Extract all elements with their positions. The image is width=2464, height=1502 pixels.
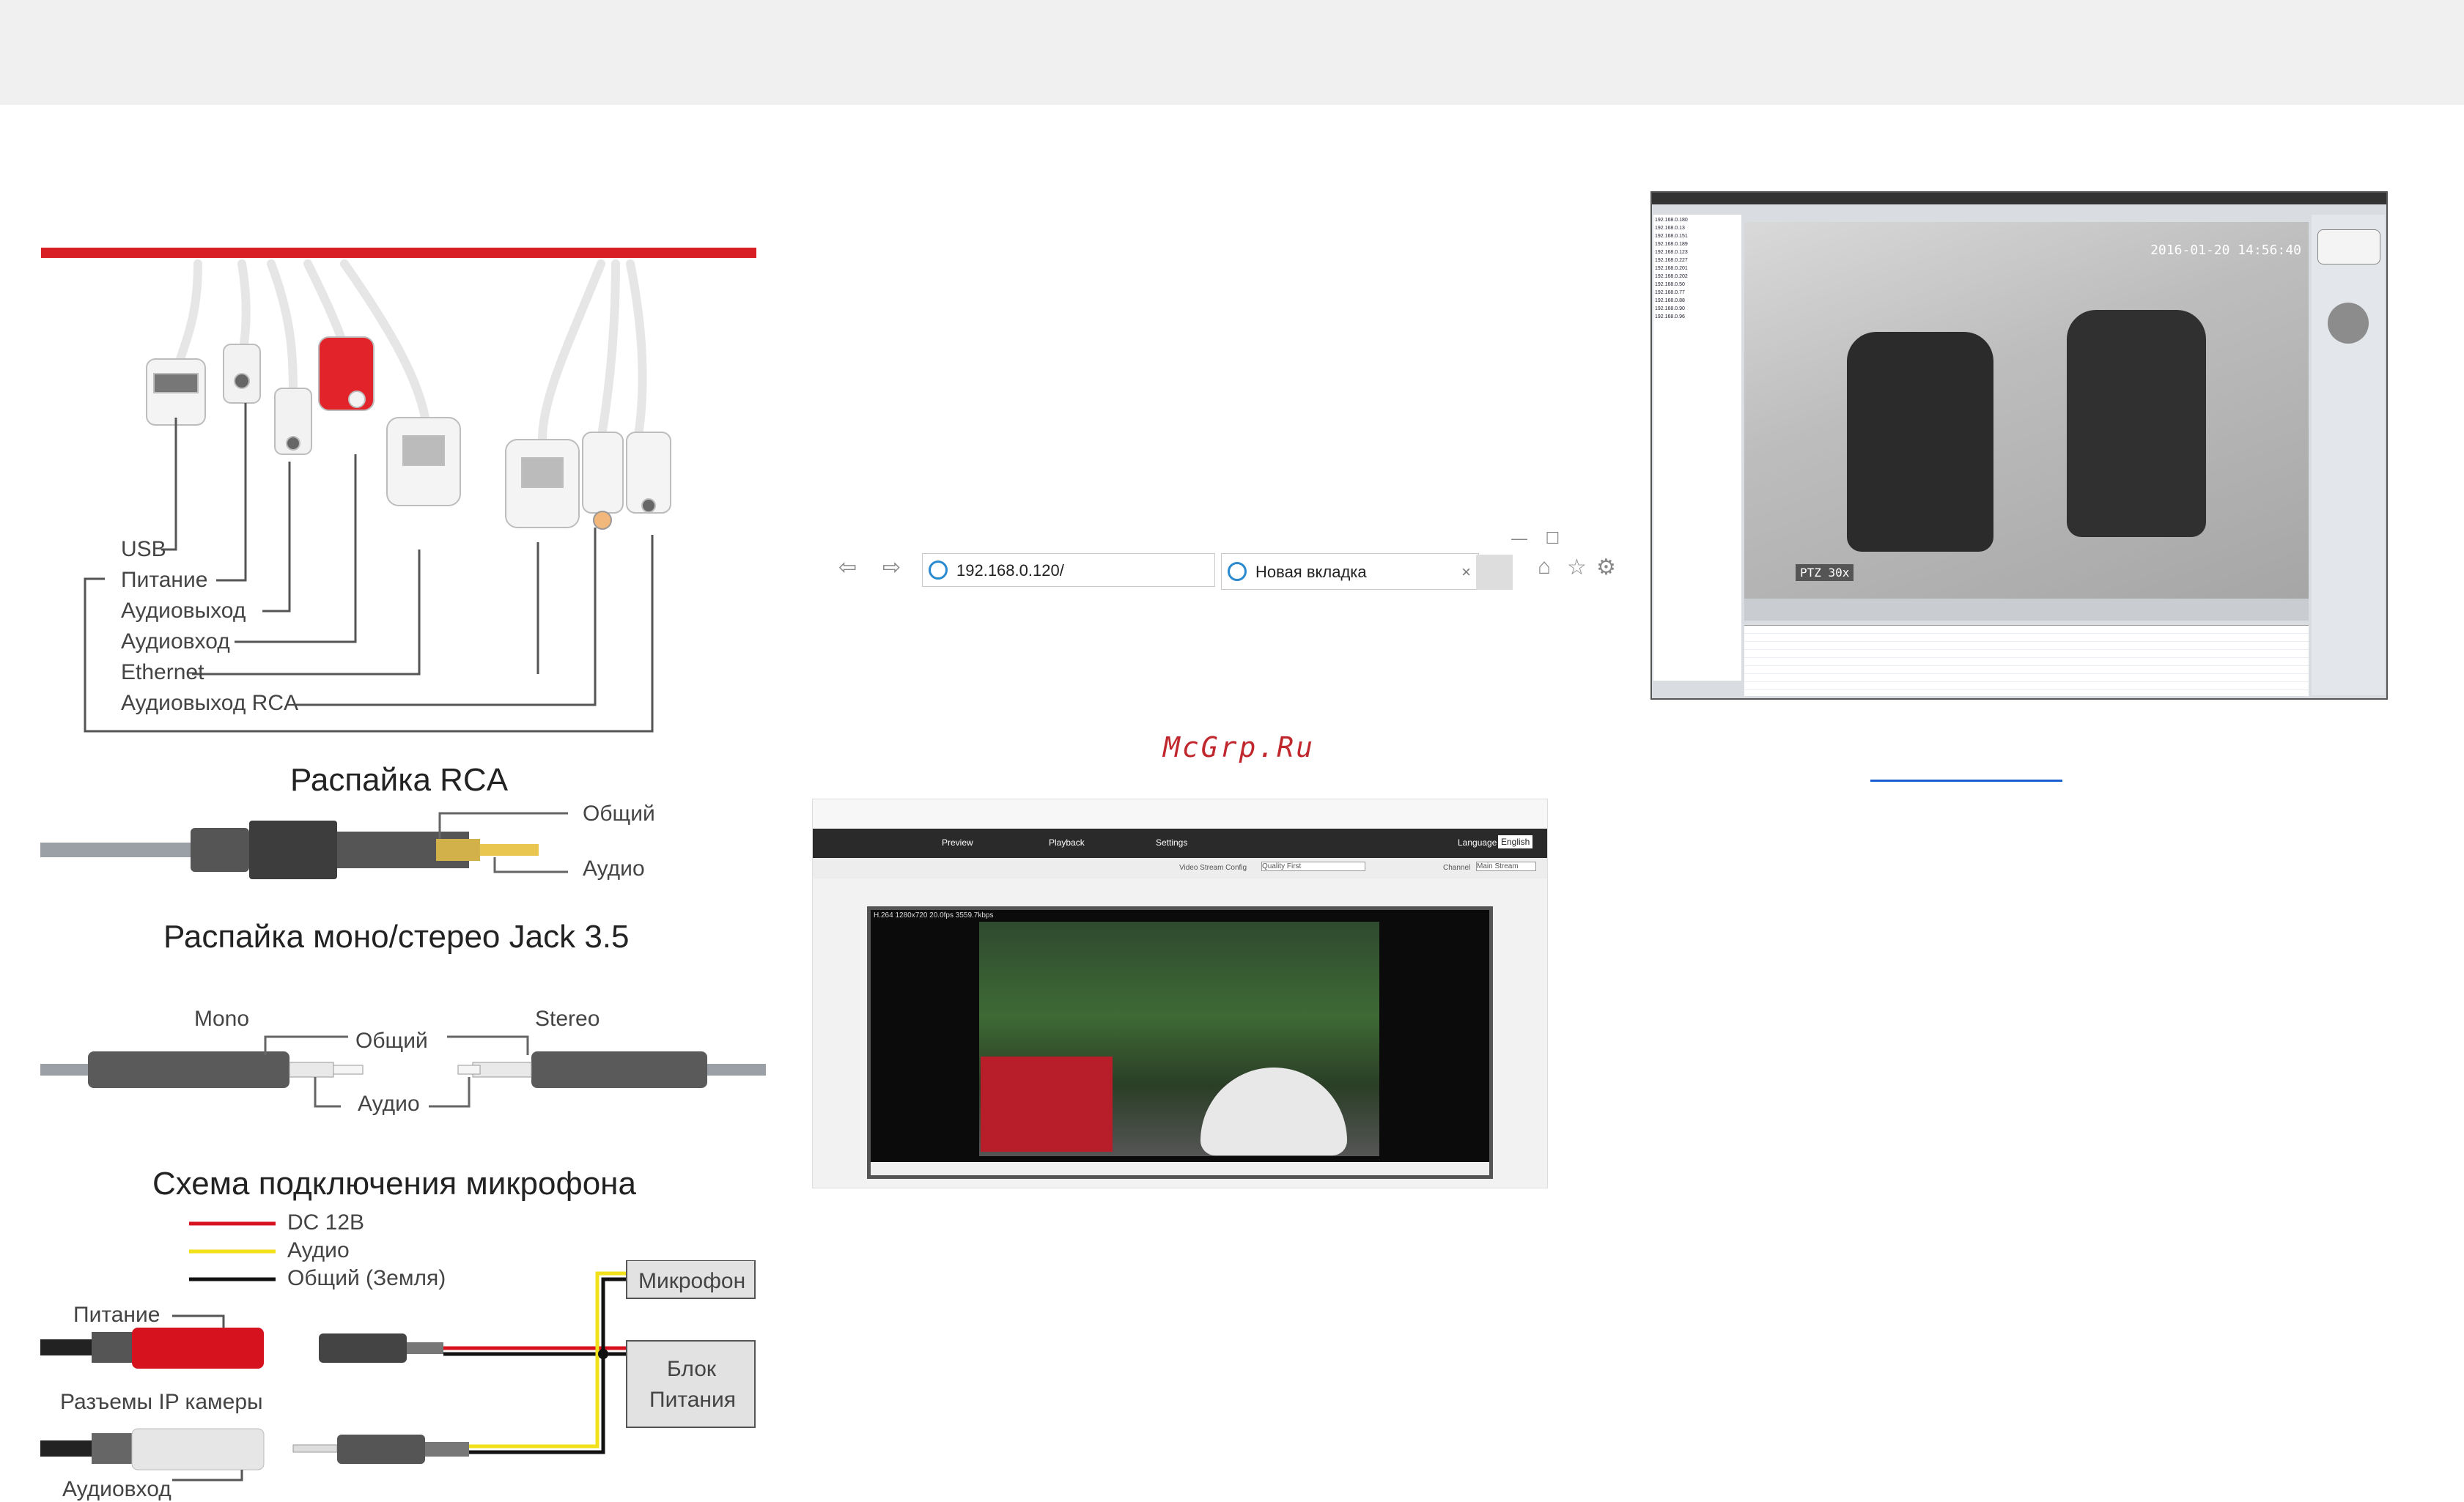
jack-title: Распайка моно/стерео Jack 3.5 (163, 919, 630, 955)
browser-toolbar: ⇦ ⇨ 192.168.0.120/ Новая вкладка × ⌂ ☆ ⚙ (834, 546, 1618, 599)
rca-title: Распайка RCA (290, 762, 509, 798)
browser-tab[interactable]: Новая вкладка × (1221, 553, 1479, 590)
channel-label: Channel (1443, 864, 1471, 872)
watermark: McGrp.Ru (1163, 731, 1316, 763)
mic-camera-connectors-label: Разъемы IP камеры (60, 1390, 263, 1414)
stream-info: H.264 1280x720 20.0fps 3559.7kbps (874, 911, 994, 920)
red-box (981, 1057, 1113, 1152)
web-ui-screenshot: Preview Playback Settings Language Engli… (812, 799, 1548, 1188)
home-icon[interactable]: ⌂ (1538, 555, 1551, 580)
live-video: H.264 1280x720 20.0fps 3559.7kbps (867, 906, 1493, 1179)
label-audio-out-rca: Аудиовыход RCA (121, 691, 298, 715)
stream-config-select[interactable]: Quality First (1261, 862, 1365, 871)
close-tab-icon[interactable]: × (1461, 554, 1471, 591)
stream-config-label: Video Stream Config (1179, 864, 1247, 872)
new-tab-button[interactable] (1476, 555, 1513, 590)
device-item[interactable]: 192.168.0.96 (1655, 313, 1740, 321)
address-text: 192.168.0.120/ (956, 561, 1064, 580)
device-item[interactable]: 192.168.0.123 (1655, 248, 1740, 256)
psu-box-label-1: Блок (667, 1357, 717, 1381)
cms-device-tree: 192.168.0.180 192.168.0.13 192.168.0.151… (1653, 215, 1741, 681)
back-icon[interactable]: ⇦ (838, 555, 857, 580)
web-tab-preview[interactable]: Preview (942, 837, 973, 848)
mic-wiring-diagram (40, 1260, 756, 1481)
label-power: Питание (121, 568, 208, 592)
web-sub-bar: Video Stream Config Quality First Channe… (813, 858, 1547, 878)
top-banner (0, 0, 2464, 105)
cms-clock (2317, 229, 2380, 264)
rca-plug-diagram (40, 812, 568, 879)
legend-audio: Аудио (287, 1238, 350, 1262)
hyperlink-underline[interactable] (1870, 780, 2062, 782)
device-item[interactable]: 192.168.0.151 (1655, 232, 1740, 240)
ie-logo-icon (929, 561, 948, 580)
jack-audio-label: Аудио (358, 1092, 420, 1116)
cms-screenshot: 192.168.0.180 192.168.0.13 192.168.0.151… (1650, 191, 2388, 700)
web-browser-bar (813, 799, 1547, 829)
label-audio-in: Аудиовход (121, 629, 230, 654)
device-item[interactable]: 192.168.0.201 (1655, 264, 1740, 273)
jack-common-label: Общий (355, 1029, 428, 1053)
device-item[interactable]: 192.168.0.202 (1655, 273, 1740, 281)
cms-layout-toolbar[interactable] (1744, 599, 2309, 621)
label-audio-out: Аудиовыход (121, 599, 246, 623)
device-item[interactable]: 192.168.0.90 (1655, 305, 1740, 313)
ptz-joystick[interactable] (2328, 303, 2369, 344)
car-left (1847, 332, 1993, 552)
device-item[interactable]: 192.168.0.189 (1655, 240, 1740, 248)
microphone-box-label: Микрофон (638, 1269, 746, 1293)
cms-timestamp: 2016-01-20 14:56:40 (2150, 243, 2301, 258)
device-item[interactable]: 192.168.0.227 (1655, 256, 1740, 264)
mic-title: Схема подключения микрофона (152, 1166, 636, 1202)
web-tab-settings[interactable]: Settings (1156, 837, 1187, 848)
web-language-label: Language (1458, 837, 1497, 848)
psu-box-label-2: Питания (649, 1388, 736, 1412)
web-tab-playback[interactable]: Playback (1049, 837, 1085, 848)
mic-power-label: Питание (73, 1303, 161, 1327)
web-nav-bar: Preview Playback Settings Language Engli… (813, 829, 1547, 858)
jack-stereo-label: Stereo (535, 1007, 600, 1031)
rca-common-label: Общий (583, 802, 655, 826)
legend-dc: DC 12В (287, 1210, 365, 1235)
window-buttons: — ☐ (1511, 529, 1560, 547)
web-language-select[interactable]: English (1498, 835, 1533, 848)
tab-title: Новая вкладка (1255, 563, 1367, 581)
device-item[interactable]: 192.168.0.88 (1655, 297, 1740, 305)
device-item[interactable]: 192.168.0.13 (1655, 224, 1740, 232)
forward-icon[interactable]: ⇨ (882, 555, 901, 580)
device-item[interactable]: 192.168.0.180 (1655, 216, 1740, 224)
address-bar[interactable]: 192.168.0.120/ (922, 553, 1215, 587)
device-item[interactable]: 192.168.0.77 (1655, 289, 1740, 297)
car-right (2067, 310, 2206, 537)
gear-icon[interactable]: ⚙ (1596, 555, 1616, 580)
cms-right-panel (2312, 215, 2385, 695)
cms-ptz-label: PTZ 30x (1796, 564, 1854, 581)
video-controls[interactable] (871, 1162, 1489, 1175)
cms-log-table (1744, 625, 2309, 696)
mic-audio-in-label: Аудиовход (62, 1477, 171, 1501)
device-item[interactable]: 192.168.0.50 (1655, 281, 1740, 289)
rca-audio-label: Аудио (583, 857, 645, 881)
star-icon[interactable]: ☆ (1567, 555, 1587, 580)
jack-mono-label: Mono (194, 1007, 250, 1031)
channel-select[interactable]: Main Stream (1476, 862, 1536, 871)
label-ethernet: Ethernet (121, 660, 204, 684)
ie-tab-icon (1228, 562, 1247, 581)
cms-title-bar (1652, 193, 2386, 204)
cms-video: 2016-01-20 14:56:40 PTZ 30x (1744, 222, 2309, 599)
label-usb: USB (121, 537, 166, 561)
